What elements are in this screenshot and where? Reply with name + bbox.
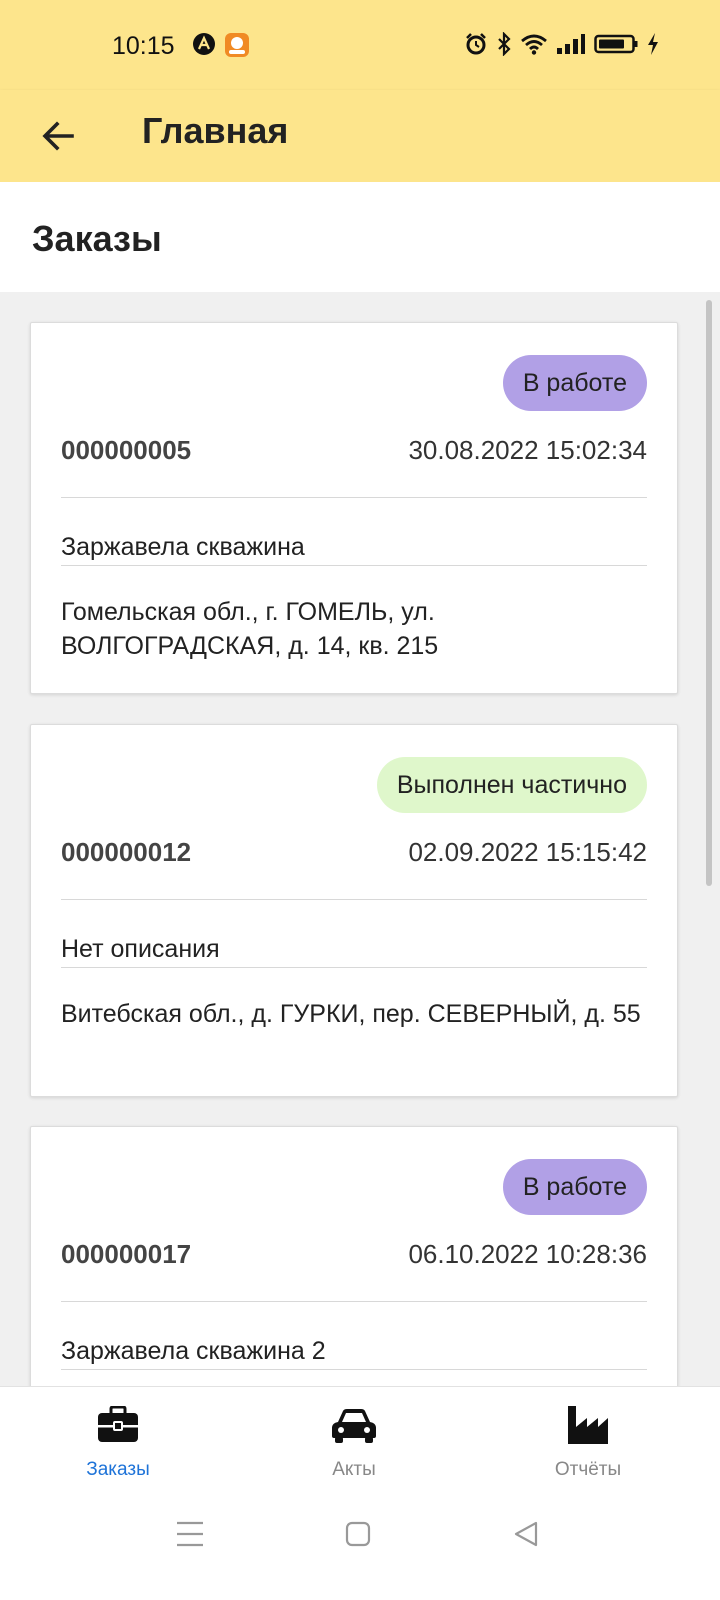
divider: [61, 899, 647, 900]
order-datetime: 06.10.2022 10:28:36: [408, 1239, 647, 1269]
order-description: Заржавела скважина: [61, 533, 305, 561]
status-bar: 10:15: [0, 0, 720, 90]
divider: [61, 1369, 647, 1370]
back-nav-button[interactable]: [496, 1514, 556, 1554]
order-number: 000000005: [61, 435, 192, 465]
nav-item-acts[interactable]: Акты: [264, 1387, 444, 1497]
nav-item-orders[interactable]: Заказы: [28, 1387, 208, 1497]
divider: [61, 565, 647, 566]
status-badge: Выполнен частично: [376, 757, 647, 813]
car-icon: [330, 1403, 378, 1447]
order-card[interactable]: В работе 000000005 30.08.2022 15:02:34 З…: [30, 322, 678, 694]
nav-label: Заказы: [86, 1459, 150, 1480]
app-notification-icon-2: [224, 32, 250, 63]
order-number: 000000012: [61, 837, 192, 867]
nav-label: Отчёты: [554, 1459, 622, 1480]
page-title: Главная: [142, 110, 289, 151]
charging-icon: [646, 32, 660, 61]
scrollbar[interactable]: [706, 300, 712, 886]
back-button[interactable]: [30, 108, 86, 164]
divider: [61, 1301, 647, 1302]
factory-icon: [567, 1403, 609, 1447]
order-card[interactable]: В работе 000000017 06.10.2022 10:28:36 З…: [30, 1126, 678, 1386]
order-datetime: 02.09.2022 15:15:42: [408, 837, 647, 867]
arrow-back-icon: [42, 121, 74, 151]
order-card[interactable]: Выполнен частично 000000012 02.09.2022 1…: [30, 724, 678, 1097]
order-address: Гомельская обл., г. ГОМЕЛЬ, ул. ВОЛГОГРА…: [61, 598, 439, 660]
order-datetime: 30.08.2022 15:02:34: [408, 435, 647, 465]
nav-label: Акты: [332, 1459, 376, 1480]
divider: [61, 497, 647, 498]
briefcase-icon: [97, 1403, 139, 1447]
bluetooth-icon: [496, 31, 512, 61]
nav-item-reports[interactable]: Отчёты: [498, 1387, 678, 1497]
status-badge: В работе: [502, 355, 647, 411]
status-time: 10:15: [112, 32, 175, 60]
menu-button[interactable]: [160, 1514, 220, 1554]
divider: [61, 967, 647, 968]
menu-icon: [177, 1521, 203, 1547]
system-status-icons: [464, 31, 660, 61]
bottom-navigation: Заказы Акты Отчёты: [0, 1386, 720, 1496]
order-address: Витебская обл., д. ГУРКИ, пер. СЕВЕРНЫЙ,…: [61, 1000, 641, 1028]
status-badge: В работе: [502, 1159, 647, 1215]
system-navigation-bar: [0, 1496, 720, 1600]
back-triangle-icon: [514, 1521, 538, 1547]
order-description: Нет описания: [61, 935, 220, 963]
section-title: Заказы: [32, 218, 162, 259]
section-header: Заказы: [0, 182, 720, 292]
signal-icon: [556, 33, 586, 60]
notification-icons: [192, 32, 250, 63]
orders-list[interactable]: В работе 000000005 30.08.2022 15:02:34 З…: [0, 292, 720, 1386]
home-button[interactable]: [328, 1514, 388, 1554]
battery-icon: [594, 33, 638, 60]
home-square-icon: [345, 1521, 371, 1547]
order-number: 000000017: [61, 1239, 192, 1269]
order-description: Заржавела скважина 2: [61, 1337, 326, 1365]
app-bar: Главная: [0, 90, 720, 182]
wifi-icon: [520, 33, 548, 60]
app-notification-icon: [192, 32, 216, 63]
alarm-icon: [464, 32, 488, 61]
